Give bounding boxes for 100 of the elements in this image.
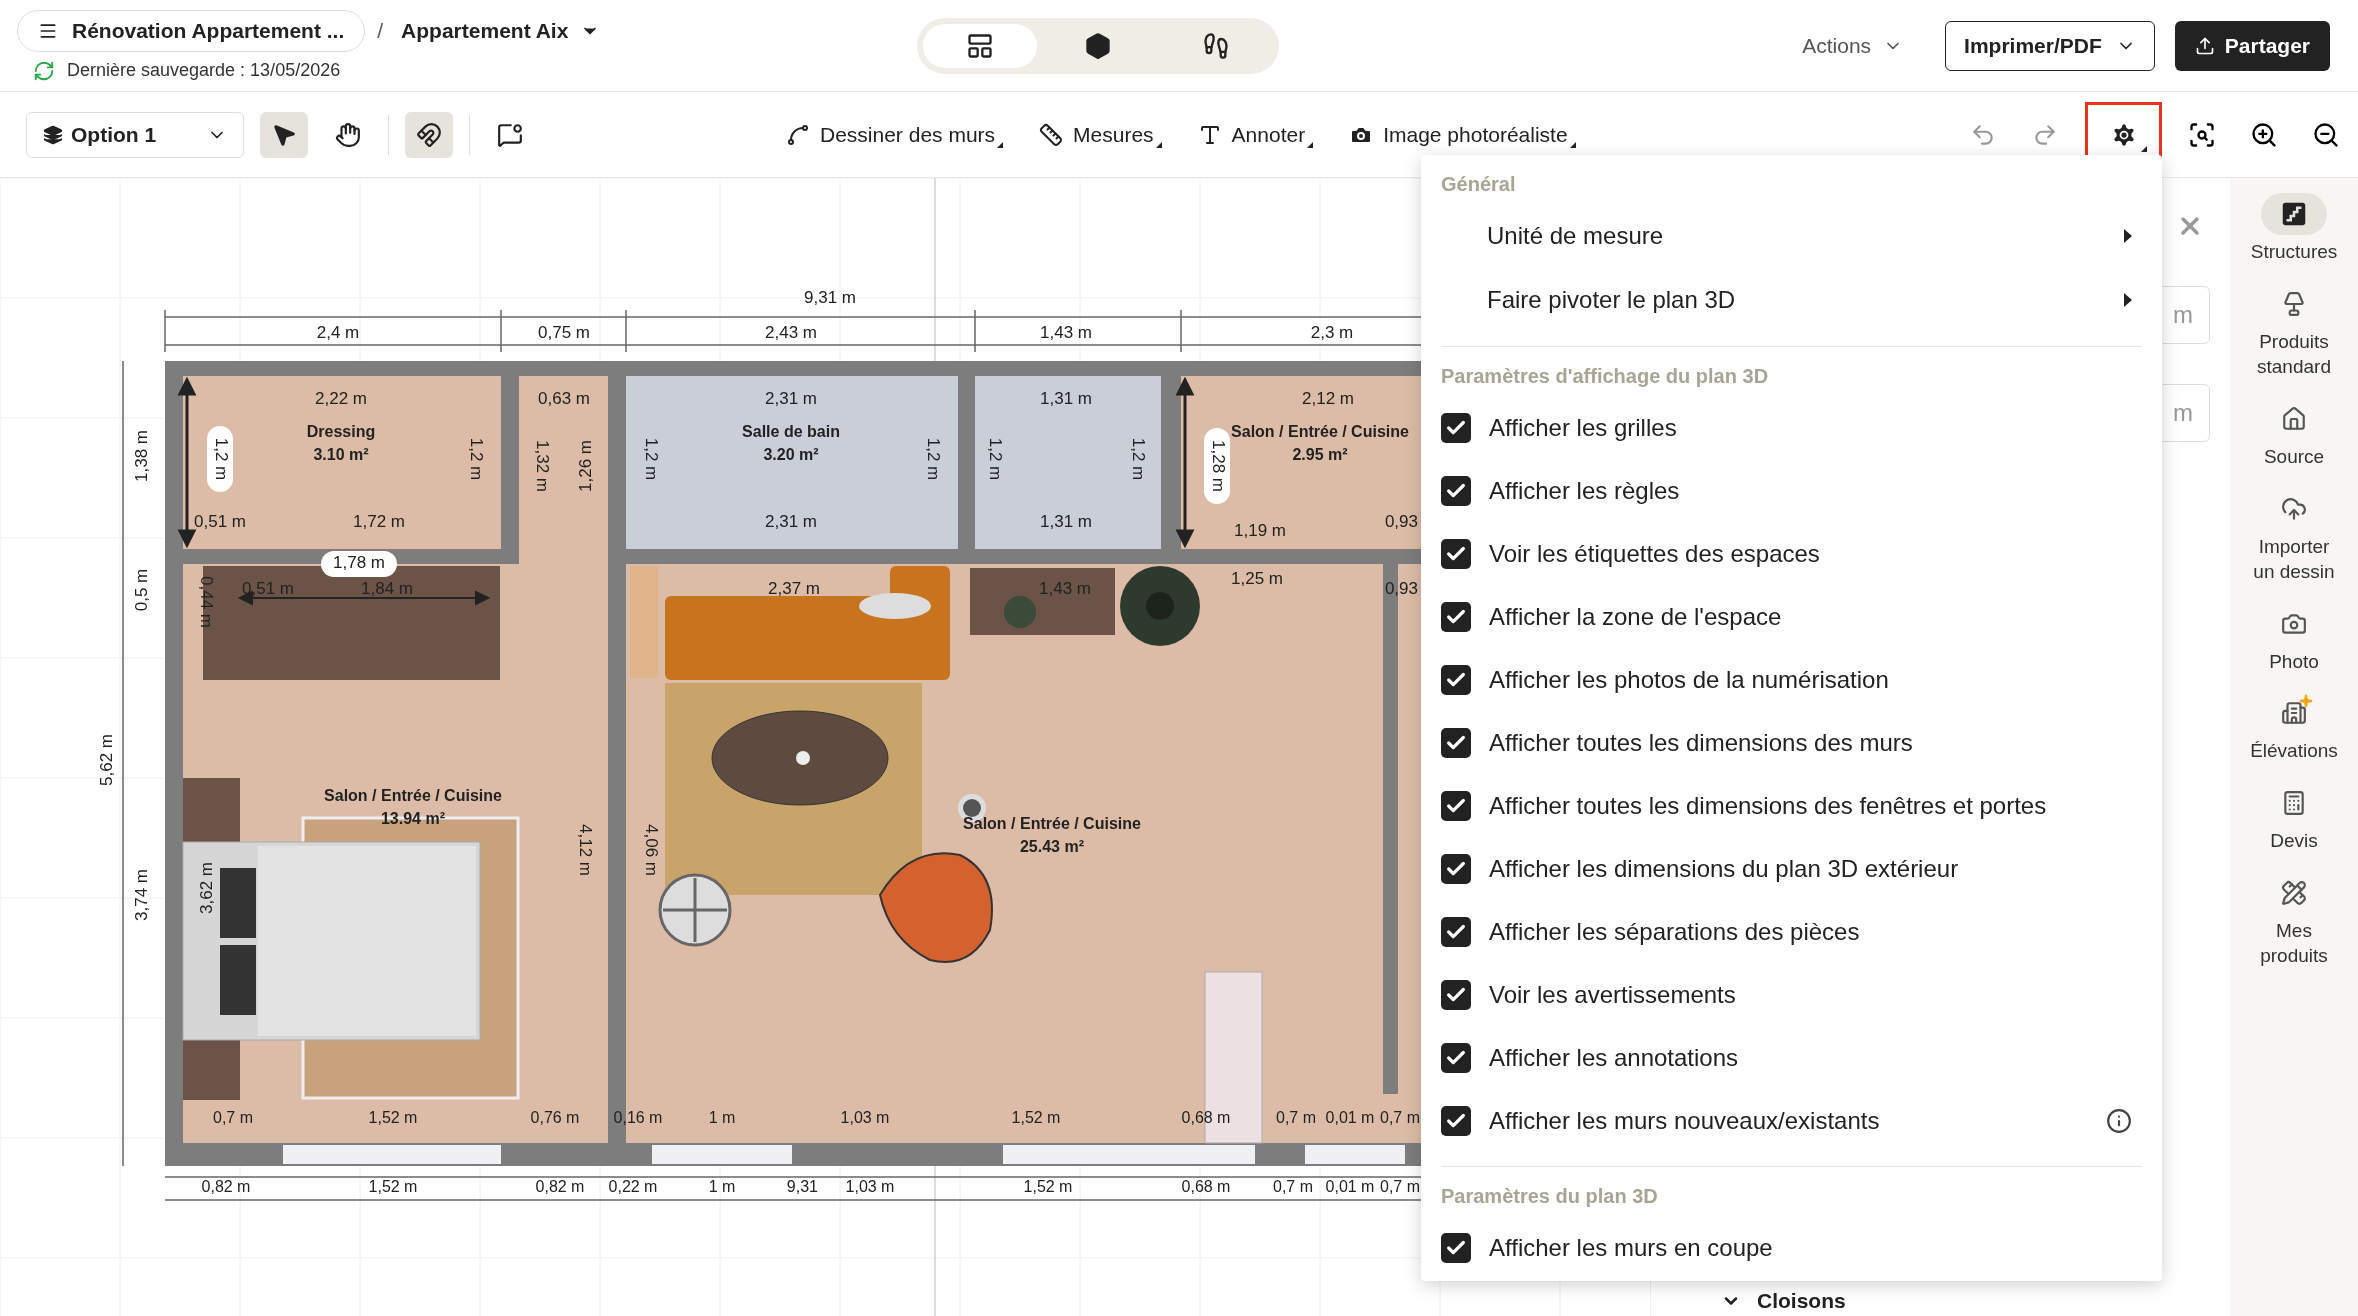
dimension-label: 9,31 m (804, 288, 856, 308)
checkbox[interactable] (1441, 412, 1471, 443)
checkbox-label: Afficher les murs en coupe (1489, 1233, 1773, 1262)
dimension-label: 1,72 m (353, 512, 405, 532)
checkbox[interactable] (1441, 916, 1471, 947)
command-button[interactable]: Mesures (1033, 121, 1162, 148)
cloud-upload-icon (2281, 495, 2307, 522)
info-icon[interactable] (2106, 1107, 2132, 1134)
section-toggle[interactable]: Cloisons (1691, 1286, 2210, 1316)
print-dropdown[interactable]: Imprimer/PDF (1945, 20, 2155, 71)
sidebar-item[interactable]: Source (2234, 396, 2354, 471)
checkbox[interactable] (1441, 790, 1471, 821)
command-button[interactable]: Annoter (1191, 121, 1314, 148)
dimension-label: 2,3 m (1310, 323, 1354, 343)
checkbox[interactable] (1441, 1042, 1471, 1073)
dimension-label: 2,4 m (316, 323, 360, 343)
building-icon (2281, 700, 2307, 727)
checkbox[interactable] (1441, 853, 1471, 884)
checkbox[interactable] (1441, 601, 1471, 632)
dimension-label: 0,93 (1384, 579, 1418, 599)
dimension-label: 1 m (708, 1178, 736, 1196)
dimension-label: 0,01 m (1325, 1178, 1375, 1196)
view-mode-tab[interactable] (923, 23, 1037, 68)
dimension-label: 0,22 m (608, 1178, 658, 1196)
sidebar-item[interactable]: Produits standard (2234, 281, 2354, 381)
menu-section-title: Paramètres du plan 3D (1441, 1184, 1659, 1209)
dimension-pill: 1,2 m (207, 426, 233, 492)
dimension-label: 0,68 m (1181, 1109, 1231, 1127)
checkbox[interactable] (1441, 979, 1471, 1010)
lamp-icon (2281, 290, 2307, 317)
room-area: 25.43 m² (1020, 838, 1084, 856)
checkbox-label: Afficher les dimensions du plan 3D extérieur (1489, 854, 1959, 883)
plan-dropdown[interactable]: Appartement Aix (395, 17, 607, 44)
checkbox-label: Afficher les règles (1489, 476, 1680, 505)
sync-check-icon (33, 59, 55, 82)
save-status: Dernière sauvegarde : 13/05/2026 (67, 60, 341, 81)
command-button[interactable]: Dessiner des murs (780, 121, 1004, 148)
dimension-label: 1,31 m (1040, 512, 1092, 532)
sidebar-item[interactable]: Structures (2234, 192, 2354, 266)
dimension-label: 0,63 m (538, 389, 590, 409)
checkbox[interactable] (1441, 727, 1471, 758)
room-name: Salon / Entrée / Cuisine (324, 787, 502, 805)
tool-button[interactable] (260, 111, 308, 158)
dimension-label: 0,16 m (613, 1109, 663, 1127)
checkbox[interactable] (1441, 538, 1471, 569)
dimension-label: 1,03 m (845, 1178, 895, 1196)
sidebar-item[interactable]: Mes produits (2234, 870, 2354, 971)
room-area: 3.20 m² (763, 446, 819, 464)
room-area: 2.95 m² (1292, 446, 1348, 464)
share-icon (2194, 35, 2215, 56)
project-menu-button[interactable]: Rénovation Appartement ... (17, 9, 366, 52)
sidebar-item[interactable]: Devis (2234, 781, 2354, 855)
room-name: Salon / Entrée / Cuisine (963, 815, 1141, 833)
submenu-arrow-icon (2124, 229, 2132, 243)
checkbox[interactable] (1441, 664, 1471, 695)
dimension-label: 1,31 m (1040, 389, 1092, 409)
checkbox[interactable] (1441, 475, 1471, 506)
room-name: Salon / Entrée / Cuisine (1231, 423, 1409, 441)
dimension-label: 1,52 m (368, 1178, 418, 1196)
dimension-label: 1,43 m (1040, 323, 1092, 343)
option-dropdown[interactable]: Option 1 (26, 111, 244, 158)
tools-icon (2281, 879, 2307, 906)
dimension-label: 0,7 m (1276, 1109, 1316, 1127)
comment-icon (497, 121, 523, 148)
submenu-item[interactable]: Faire pivoter le plan 3D (1441, 268, 2142, 332)
dimension-label: 1,52 m (1023, 1178, 1073, 1196)
checkbox-label: Voir les avertissements (1489, 980, 1736, 1009)
sidebar-item[interactable]: Photo (2234, 601, 2354, 676)
actions-dropdown[interactable]: Actions (1780, 33, 1926, 58)
hand-icon (335, 121, 361, 148)
menu-section-title: Paramètres d'affichage du plan 3D (1441, 364, 1770, 389)
menu-section-title: Général (1441, 172, 1517, 197)
dimension-label: 1,2 m (923, 437, 943, 481)
dimension-label: 0,51 m (242, 579, 294, 599)
dimension-label: 1,2 m (641, 437, 661, 481)
share-button[interactable]: Partager (2174, 20, 2330, 71)
dimension-label: 1,2 m (466, 437, 486, 481)
submenu-item[interactable]: Unité de mesure (1441, 204, 2142, 268)
sidebar-item[interactable]: Importer un dessin (2234, 486, 2354, 586)
dimension-label: 3,74 m (132, 869, 152, 921)
sparkle-icon (2299, 694, 2313, 709)
dimension-label: 2,31 m (765, 389, 817, 409)
sidebar-item[interactable]: Élévations (2234, 691, 2354, 766)
checkbox-label: Afficher les annotations (1489, 1043, 1739, 1072)
dimension-label: 0,51 m (194, 512, 246, 532)
dimension-label: 2,12 m (1302, 389, 1354, 409)
tool-button[interactable] (405, 111, 453, 158)
cube-icon (1084, 31, 1112, 60)
dimension-label: 0,7 m (1273, 1178, 1313, 1196)
dimension-label: 1,2 m (985, 437, 1005, 481)
checkbox-label: Voir les étiquettes des espaces (1489, 539, 1820, 568)
layers-icon (43, 124, 63, 145)
floor-plan-icon (966, 31, 994, 60)
zoom-out-icon (2312, 120, 2340, 149)
checkbox-label: Afficher les grilles (1489, 413, 1677, 442)
dimension-label: 0,68 m (1181, 1178, 1231, 1196)
checkbox[interactable] (1441, 1232, 1471, 1263)
checkbox[interactable] (1441, 1105, 1471, 1136)
command-button[interactable]: Image photoréaliste (1343, 121, 1576, 148)
fit-view-icon (2188, 120, 2216, 149)
